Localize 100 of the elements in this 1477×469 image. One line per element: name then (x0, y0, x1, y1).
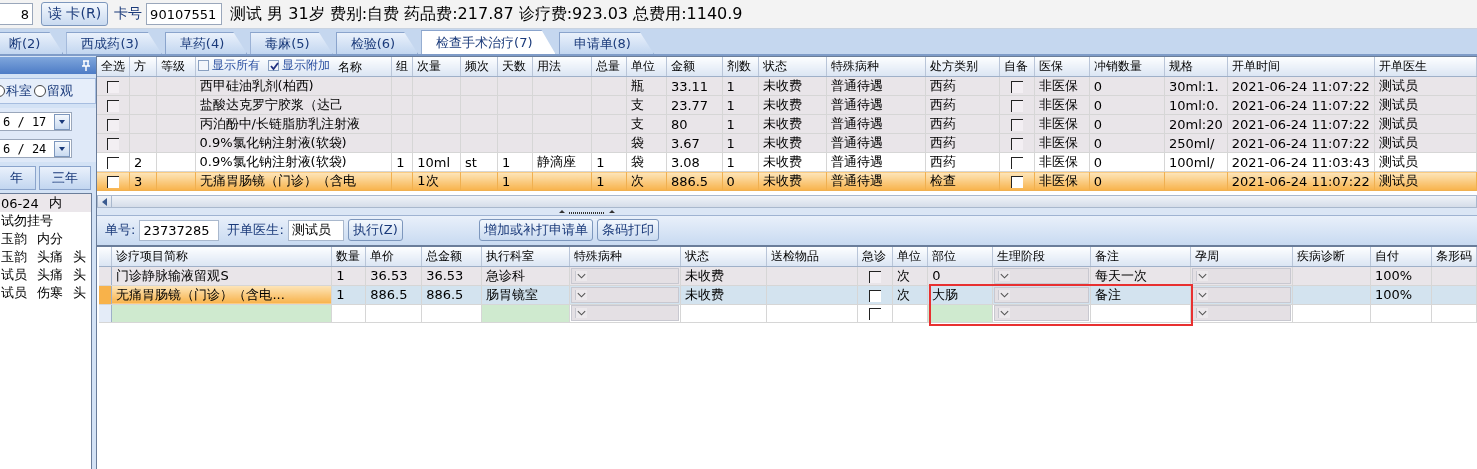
checkbox[interactable] (869, 289, 882, 302)
checkbox[interactable] (869, 308, 882, 320)
list-item[interactable]: 玉韵 头痛 头 (0, 248, 91, 266)
toolbar-button[interactable]: 增加或补打申请单 (478, 219, 593, 241)
dropdown-field[interactable] (993, 305, 1089, 321)
column-header[interactable]: 次量 (412, 57, 461, 77)
checkbox[interactable] (107, 157, 119, 169)
chevron-down-icon[interactable] (1196, 270, 1209, 281)
dropdown-field[interactable] (1192, 305, 1292, 321)
column-header[interactable]: 疾病诊断 (1292, 247, 1371, 266)
list-item[interactable]: 06-24 内 (0, 194, 91, 212)
checkbox[interactable] (107, 138, 119, 150)
column-header[interactable]: 单价 (365, 247, 422, 266)
column-header[interactable]: 全选 (97, 57, 130, 77)
column-header[interactable]: 诊疗项目简称 (111, 247, 332, 266)
chevron-down-icon[interactable] (574, 308, 587, 318)
dropdown-field[interactable] (1192, 267, 1292, 284)
dropdown-field[interactable] (570, 305, 679, 321)
tab[interactable]: 检验(6) (335, 32, 419, 54)
tab[interactable]: 检查手术治疗(7) (421, 30, 556, 54)
chevron-down-icon[interactable] (574, 270, 587, 281)
column-header[interactable]: 状态 (758, 57, 827, 77)
column-header[interactable]: 开单时间 (1227, 57, 1375, 77)
horizontal-scrollbar[interactable] (97, 195, 1477, 208)
column-header[interactable]: 特殊病种 (569, 247, 681, 266)
checkbox[interactable] (1011, 119, 1024, 131)
tab[interactable]: 申请单(8) (558, 32, 654, 54)
column-header[interactable]: 规格 (1164, 57, 1228, 77)
column-header[interactable]: 剂数 (722, 57, 759, 77)
tab[interactable]: 西成药(3) (66, 32, 162, 54)
column-header[interactable]: 执行科室 (481, 247, 570, 266)
date-field[interactable]: 6 / 24 (0, 139, 72, 158)
checkbox[interactable] (869, 270, 882, 283)
column-header[interactable]: 备注 (1090, 247, 1191, 266)
column-header[interactable]: 用法 (532, 57, 592, 77)
column-header[interactable]: 处方类别 (925, 57, 1000, 77)
input-field[interactable]: 8 (0, 3, 33, 25)
left-arrow-icon[interactable] (101, 197, 108, 206)
splitter-handle[interactable] (557, 208, 617, 215)
tab[interactable]: 草药(4) (164, 32, 248, 54)
checkbox[interactable] (1011, 81, 1024, 93)
doctor-field[interactable]: 测试员 (287, 219, 344, 241)
dropdown-field[interactable] (1192, 286, 1292, 303)
checkbox[interactable] (107, 100, 119, 112)
chevron-down-icon[interactable] (574, 289, 587, 300)
range-button[interactable]: 年 (0, 166, 36, 190)
checkbox[interactable] (107, 119, 119, 131)
column-header[interactable]: 金额 (666, 57, 722, 77)
chevron-down-icon[interactable] (997, 270, 1010, 281)
column-header[interactable]: 组 (391, 57, 413, 77)
checkbox[interactable] (107, 81, 119, 93)
read-card-button[interactable]: 读 卡(R) (41, 2, 109, 26)
column-header[interactable]: 总量 (591, 57, 627, 77)
list-item[interactable]: 试员 伤寒 头 (0, 284, 91, 302)
column-header[interactable]: 急诊 (857, 247, 893, 266)
column-header[interactable]: 自备 (999, 57, 1035, 77)
chevron-down-icon[interactable] (997, 289, 1010, 300)
order-number-field[interactable]: 23737285 (139, 219, 220, 241)
option-checkbox[interactable]: 显示附加 (267, 57, 330, 74)
column-header[interactable]: 送检物品 (766, 247, 858, 266)
chevron-down-icon[interactable] (1196, 308, 1209, 318)
checkbox[interactable] (1011, 100, 1024, 112)
column-header[interactable]: 等级 (156, 57, 195, 77)
radio-button[interactable]: 科室 (0, 82, 32, 100)
radio-button[interactable]: 留观 (34, 82, 73, 100)
column-header[interactable]: 生理阶段 (992, 247, 1091, 266)
checkbox[interactable] (1011, 138, 1024, 150)
checkbox[interactable] (107, 176, 119, 188)
column-header[interactable]: 单位 (626, 57, 667, 77)
column-header[interactable]: 状态 (680, 247, 767, 266)
column-header[interactable]: 特殊病种 (826, 57, 926, 77)
column-header[interactable]: 医保 (1034, 57, 1090, 77)
dropdown-field[interactable] (993, 267, 1089, 284)
tab[interactable]: 毒麻(5) (250, 32, 333, 54)
checkbox[interactable] (1011, 157, 1024, 169)
list-item[interactable]: 玉韵 内分 (0, 230, 91, 248)
card-number-field[interactable]: 90107551 (146, 3, 223, 25)
chevron-down-icon[interactable] (1196, 289, 1209, 300)
column-header[interactable]: 单位 (892, 247, 928, 266)
column-header[interactable]: 条形码 (1431, 247, 1477, 266)
column-header[interactable]: 开单医生 (1374, 57, 1477, 77)
toolbar-button[interactable]: 执行(Z) (347, 219, 403, 241)
column-header[interactable]: 频次 (460, 57, 498, 77)
range-button[interactable]: 三年 (39, 166, 91, 190)
list-item[interactable]: 试员 头痛 头 (0, 266, 91, 284)
column-header[interactable]: 冲销数量 (1089, 57, 1165, 77)
dropdown-field[interactable] (570, 267, 679, 284)
dropdown-field[interactable] (993, 286, 1089, 303)
chevron-down-icon[interactable] (997, 308, 1010, 318)
column-header[interactable]: 天数 (497, 57, 533, 77)
pin-icon[interactable] (80, 59, 92, 72)
column-header[interactable]: 总金额 (421, 247, 482, 266)
list-item[interactable]: 试勿挂号 (0, 212, 91, 230)
toolbar-button[interactable]: 条码打印 (596, 219, 659, 241)
column-header[interactable]: 自付 (1370, 247, 1432, 266)
option-checkbox[interactable]: 显示所有 (197, 57, 260, 74)
column-header[interactable]: 部位 (927, 247, 993, 266)
column-header[interactable]: 方 (129, 57, 157, 77)
column-header[interactable]: 孕周 (1191, 247, 1293, 266)
tab[interactable]: 断(2) (0, 32, 64, 54)
